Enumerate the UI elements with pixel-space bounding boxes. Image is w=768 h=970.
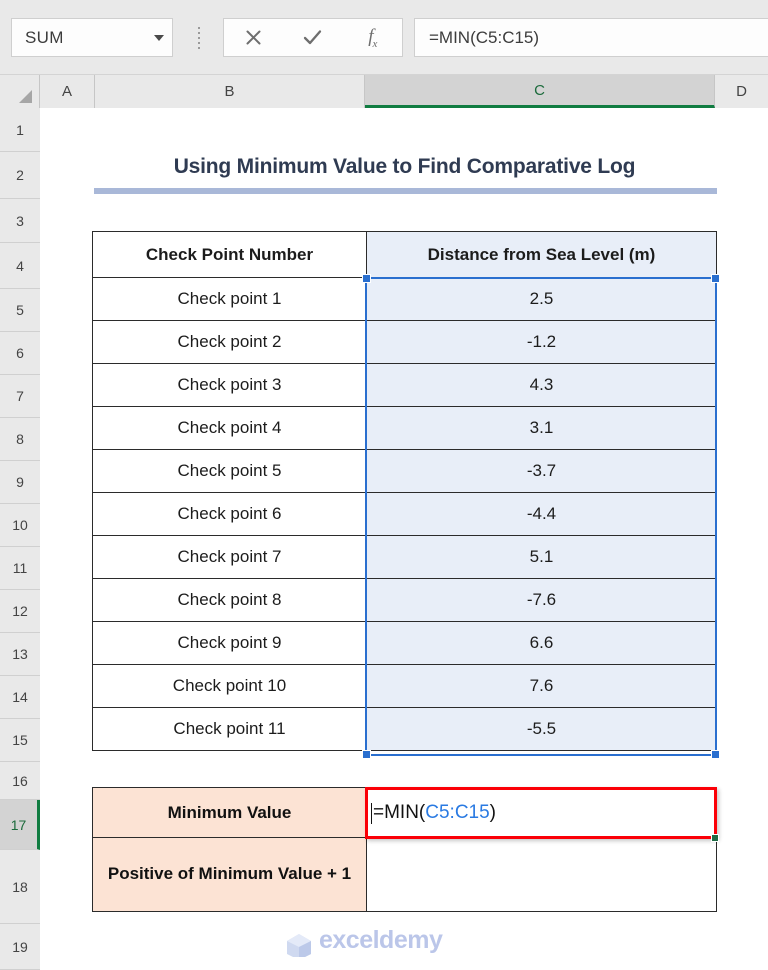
cell-checkpoint-name[interactable]: Check point 9 [92, 621, 367, 665]
formula-bar-divider [198, 27, 200, 49]
row-header-5[interactable]: 5 [0, 289, 40, 332]
cell-checkpoint-name[interactable]: Check point 3 [92, 363, 367, 407]
cell-distance-value[interactable]: -3.7 [366, 449, 717, 493]
row-header-15[interactable]: 15 [0, 719, 40, 762]
positive-minimum-output[interactable] [366, 837, 717, 912]
row-header-12[interactable]: 12 [0, 590, 40, 633]
summary-row-positive: Positive of Minimum Value + 1 [92, 837, 717, 912]
column-header-c[interactable]: C [365, 75, 715, 108]
table-row: Check point 6 -4.4 [92, 492, 717, 536]
cell-checkpoint-name[interactable]: Check point 8 [92, 578, 367, 622]
row-header-2[interactable]: 2 [0, 152, 40, 199]
row-header-7[interactable]: 7 [0, 375, 40, 418]
row-header-18[interactable]: 18 [0, 850, 40, 924]
column-header-b[interactable]: B [95, 75, 365, 108]
table-row: Check point 10 7.6 [92, 664, 717, 708]
table-body: Check point 1 2.5 Check point 2 -1.2 Check p… [92, 277, 717, 751]
table-header-distance: Distance from Sea Level (m) [366, 231, 717, 278]
cell-distance-value[interactable]: 3.1 [366, 406, 717, 450]
table-row: Check point 5 -3.7 [92, 449, 717, 493]
name-box[interactable]: SUM [11, 18, 173, 57]
select-all-button[interactable] [0, 75, 40, 108]
text-caret [371, 802, 372, 824]
row-header-19[interactable]: 19 [0, 924, 40, 970]
cell-checkpoint-name[interactable]: Check point 6 [92, 492, 367, 536]
cell-checkpoint-name[interactable]: Check point 11 [92, 707, 367, 751]
cell-distance-value[interactable]: 5.1 [366, 535, 717, 579]
cell-checkpoint-name[interactable]: Check point 4 [92, 406, 367, 450]
formula-text: =MIN(C5:C15) [429, 27, 540, 47]
table-row: Check point 9 6.6 [92, 621, 717, 665]
title-underline-rule [94, 188, 717, 194]
formula-bar-strip: SUM fx =MIN(C5:C15) [0, 0, 768, 75]
selection-handle-bottom-right[interactable] [711, 750, 720, 759]
row-header-4[interactable]: 4 [0, 243, 40, 289]
watermark-brand: exceldemy [319, 926, 443, 954]
cell-distance-value[interactable]: -5.5 [366, 707, 717, 751]
fx-icon[interactable]: fx [350, 19, 394, 56]
formula-input[interactable]: =MIN(C5:C15) [414, 18, 768, 57]
cell-distance-value[interactable]: -7.6 [366, 578, 717, 622]
positive-minimum-label: Positive of Minimum Value + 1 [92, 837, 367, 912]
cell-distance-value[interactable]: 4.3 [366, 363, 717, 407]
table-header-checkpoint: Check Point Number [92, 231, 367, 278]
chevron-down-icon[interactable] [154, 34, 164, 41]
worksheet-canvas[interactable]: Using Minimum Value to Find Comparative … [41, 108, 768, 957]
column-header-bar: A B C D [0, 75, 768, 108]
cell-checkpoint-name[interactable]: Check point 1 [92, 277, 367, 321]
cell-distance-value[interactable]: -1.2 [366, 320, 717, 364]
table-header-row: Check Point Number Distance from Sea Lev… [92, 231, 717, 278]
select-all-triangle-icon [19, 90, 32, 103]
row-header-10[interactable]: 10 [0, 504, 40, 547]
table-row: Check point 8 -7.6 [92, 578, 717, 622]
table-row: Check point 4 3.1 [92, 406, 717, 450]
watermark-text: exceldemy EXCEL · DATA · BI [319, 926, 443, 958]
sheet-title: Using Minimum Value to Find Comparative … [173, 155, 636, 178]
watermark: exceldemy EXCEL · DATA · BI [286, 926, 443, 958]
minimum-value-label: Minimum Value [92, 787, 367, 838]
fx-glyph: fx [368, 25, 377, 50]
cell-distance-value[interactable]: 6.6 [366, 621, 717, 665]
selection-handle-bottom-left[interactable] [362, 750, 371, 759]
cell-distance-value[interactable]: -4.4 [366, 492, 717, 536]
table-row: Check point 1 2.5 [92, 277, 717, 321]
row-header-17[interactable]: 17 [0, 800, 40, 850]
active-cell-editor[interactable]: =MIN(C5:C15) [365, 787, 717, 839]
enter-check-icon[interactable] [291, 19, 335, 56]
table-row: Check point 11 -5.5 [92, 707, 717, 751]
fill-handle[interactable] [711, 834, 719, 842]
formula-reference: C5:C15 [425, 802, 490, 823]
row-header-8[interactable]: 8 [0, 418, 40, 461]
row-header-16[interactable]: 16 [0, 762, 40, 800]
checkpoint-table: Check Point Number Distance from Sea Lev… [92, 231, 717, 751]
cancel-x-icon[interactable] [232, 19, 276, 56]
cell-distance-value[interactable]: 7.6 [366, 664, 717, 708]
formula-prefix: =MIN( [373, 802, 426, 823]
formula-suffix: ) [489, 802, 496, 823]
cell-checkpoint-name[interactable]: Check point 2 [92, 320, 367, 364]
formula-action-buttons: fx [223, 18, 403, 57]
table-row: Check point 2 -1.2 [92, 320, 717, 364]
row-header-9[interactable]: 9 [0, 461, 40, 504]
column-header-a[interactable]: A [40, 75, 95, 108]
column-header-d[interactable]: D [715, 75, 768, 108]
row-header-13[interactable]: 13 [0, 633, 40, 676]
row-header-11[interactable]: 11 [0, 547, 40, 590]
row-header-bar: 1 2 3 4 5 6 7 8 9 10 11 12 13 14 15 16 17 18 19 [0, 108, 40, 970]
cell-checkpoint-name[interactable]: Check point 5 [92, 449, 367, 493]
cell-distance-value[interactable]: 2.5 [366, 277, 717, 321]
exceldemy-cube-icon [287, 934, 311, 957]
row-header-6[interactable]: 6 [0, 332, 40, 375]
cell-checkpoint-name[interactable]: Check point 10 [92, 664, 367, 708]
table-row: Check point 7 5.1 [92, 535, 717, 579]
cell-checkpoint-name[interactable]: Check point 7 [92, 535, 367, 579]
name-box-value: SUM [25, 27, 64, 47]
row-header-14[interactable]: 14 [0, 676, 40, 719]
row-header-1[interactable]: 1 [0, 108, 40, 152]
row-header-3[interactable]: 3 [0, 199, 40, 243]
table-row: Check point 3 4.3 [92, 363, 717, 407]
